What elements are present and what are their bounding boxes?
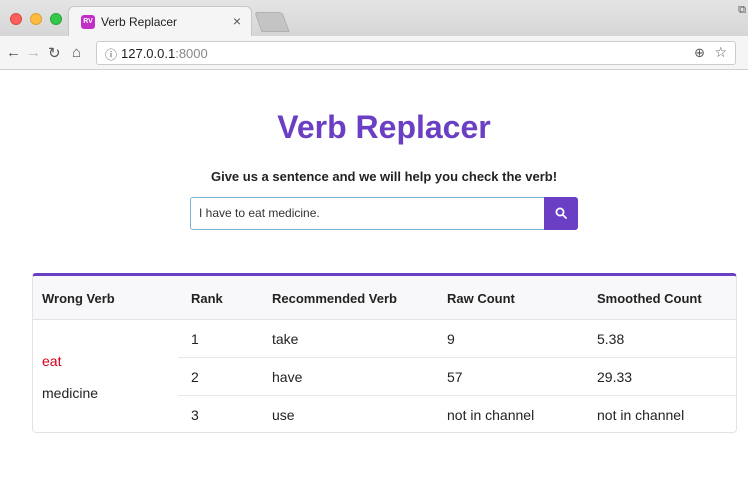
recommended-verb-cell: use: [272, 407, 295, 423]
page-subtitle: Give us a sentence and we will help you …: [210, 169, 558, 184]
bookmark-star-icon[interactable]: ☆: [714, 44, 727, 61]
tab-close-icon[interactable]: ×: [233, 13, 241, 29]
home-icon[interactable]: ⌂: [72, 44, 81, 61]
url-port: :8000: [175, 46, 208, 61]
favicon-icon: RV: [81, 15, 95, 29]
address-bar[interactable]: ⓘ 127.0.0.1:8000 ⊕ ☆: [96, 41, 736, 65]
page-title: Verb Replacer: [277, 109, 491, 145]
forward-arrow-icon[interactable]: →: [26, 44, 41, 61]
zoom-icon[interactable]: ⊕: [694, 45, 705, 61]
sentence-input[interactable]: I have to eat medicine.: [190, 197, 545, 230]
header-wrong-verb: Wrong Verb: [42, 291, 115, 306]
rank-cell: 2: [191, 369, 199, 385]
browser-toolbar: ← → ↻ ⌂ ⓘ 127.0.0.1:8000 ⊕ ☆: [0, 36, 748, 70]
new-tab-button[interactable]: [254, 12, 290, 32]
header-rank: Rank: [191, 291, 223, 306]
rank-cell: 3: [191, 407, 199, 423]
info-icon[interactable]: ⓘ: [105, 46, 117, 63]
raw-count-cell: 57: [447, 369, 463, 385]
browser-titlebar: RV Verb Replacer × ⧉: [0, 0, 748, 36]
table-row: 2 have 57 29.33: [178, 358, 736, 396]
table-row: 3 use not in channel not in channel: [178, 396, 736, 432]
url-host: 127.0.0.1: [121, 46, 176, 61]
header-recommended-verb: Recommended Verb: [272, 291, 397, 306]
table-row: 1 take 9 5.38: [178, 320, 736, 358]
wrong-object-cell: medicine: [42, 385, 99, 401]
wrong-verb-cell: eat: [42, 353, 62, 369]
maximize-window-button[interactable]: [50, 13, 62, 25]
back-arrow-icon[interactable]: ←: [6, 44, 21, 61]
table-header: Wrong Verb Rank Recommended Verb Raw Cou…: [33, 276, 736, 320]
minimize-window-button[interactable]: [30, 13, 42, 25]
header-raw-count: Raw Count: [447, 291, 515, 306]
smoothed-count-cell: 29.33: [597, 369, 633, 385]
raw-count-cell: 9: [447, 331, 455, 347]
reload-icon[interactable]: ↻: [48, 44, 61, 62]
page-content: Verb Replacer Give us a sentence and we …: [0, 71, 748, 499]
profile-icon[interactable]: ⧉: [738, 4, 746, 17]
raw-count-cell: not in channel: [447, 407, 535, 423]
results-table: Wrong Verb Rank Recommended Verb Raw Cou…: [32, 273, 737, 433]
recommended-verb-cell: have: [272, 369, 303, 385]
smoothed-count-cell: 5.38: [597, 331, 625, 347]
rank-cell: 1: [191, 331, 199, 347]
url-text: 127.0.0.1:8000: [121, 46, 208, 61]
search-icon: [555, 207, 567, 219]
browser-tab[interactable]: RV Verb Replacer ×: [68, 6, 252, 36]
tab-title: Verb Replacer: [101, 15, 178, 29]
header-smoothed-count: Smoothed Count: [597, 291, 702, 306]
smoothed-count-cell: not in channel: [597, 407, 685, 423]
close-window-button[interactable]: [10, 13, 22, 25]
search-button[interactable]: [544, 197, 578, 230]
recommended-verb-cell: take: [272, 331, 299, 347]
